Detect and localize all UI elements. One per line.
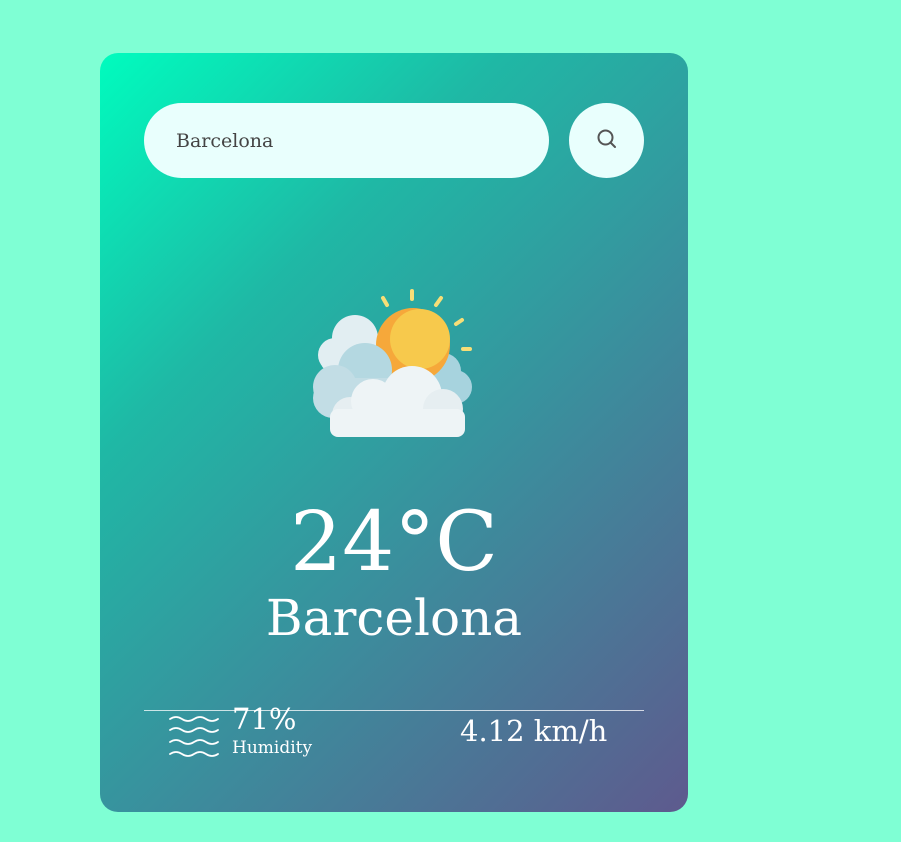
waves-icon xyxy=(168,713,220,759)
weather-card: 24°C Barcelona 71% Humidity 4.12 km/h xyxy=(100,53,688,812)
temperature: 24°C xyxy=(289,495,499,590)
city-name: Barcelona xyxy=(265,589,523,647)
wind-speed-value: 4.12 km/h xyxy=(460,714,608,748)
search-input[interactable] xyxy=(144,103,549,178)
search-button[interactable] xyxy=(569,103,644,178)
search-icon xyxy=(596,128,618,154)
humidity-value: 71% xyxy=(232,702,297,736)
humidity-label: Humidity xyxy=(232,738,313,758)
divider xyxy=(144,710,644,711)
partly-cloudy-icon xyxy=(305,283,485,443)
